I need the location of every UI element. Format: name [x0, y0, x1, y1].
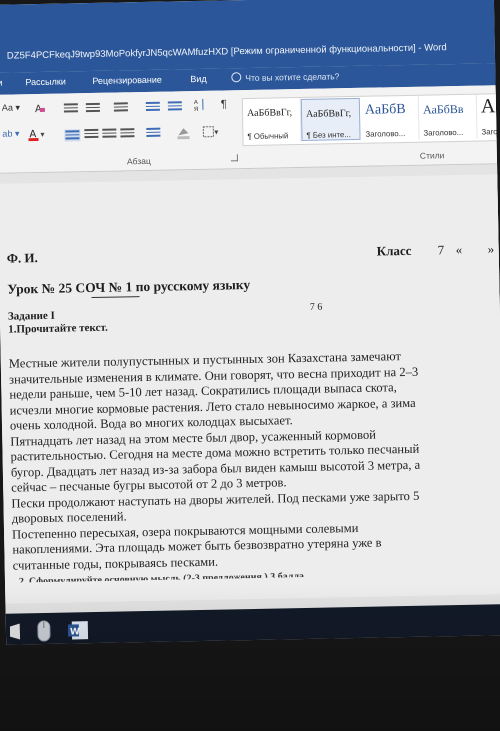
task-instruction: 1.Прочитайте текст. — [8, 321, 108, 336]
paragraph-group-label: Абзац — [126, 155, 151, 167]
style-heading-1[interactable]: АаБбВ Заголово... — [360, 95, 420, 141]
font-color-icon[interactable]: A ▾ — [28, 127, 48, 142]
windows-start-icon[interactable] — [9, 623, 21, 643]
style-name: Заголово... — [365, 128, 406, 139]
quote-open: « — [455, 241, 463, 258]
style-sample: АаБбВвГг, — [305, 108, 352, 120]
tab-view[interactable]: Вид — [190, 74, 206, 84]
svg-text:A: A — [194, 100, 198, 106]
document-area: Ф. И. Класс 7 « » Урок № 25 СОЧ № 1 по р… — [0, 163, 500, 614]
styles-gallery: АаБбВвГг, ¶ Обычный АаБбВвГг, ¶ Без инте… — [241, 92, 500, 147]
align-center-icon[interactable] — [84, 128, 99, 139]
svg-text:▾: ▾ — [214, 128, 218, 137]
multilevel-list-icon[interactable] — [113, 102, 128, 112]
task-label: Задание I — [7, 309, 55, 323]
tell-me-box[interactable]: Что вы хотите сделать? — [231, 70, 339, 83]
increase-indent-icon[interactable] — [167, 101, 182, 111]
tab-review[interactable]: Рецензирование — [92, 75, 162, 86]
tell-me-text: Что вы хотите сделать? — [245, 71, 340, 84]
style-sample: АаБбВвГг, — [246, 107, 293, 120]
lightbulb-icon — [231, 72, 242, 83]
style-heading-2[interactable]: АаБбВв Заголово... — [418, 94, 478, 140]
lesson-underline — [91, 296, 140, 299]
bullets-icon[interactable] — [63, 103, 78, 113]
document-page[interactable]: Ф. И. Класс 7 « » Урок № 25 СОЧ № 1 по р… — [0, 173, 500, 604]
word-app-icon[interactable]: W — [67, 619, 90, 645]
shading-icon[interactable] — [176, 125, 192, 140]
style-sample: А — [480, 95, 496, 118]
tab-mailings[interactable]: Рассылки — [25, 76, 66, 87]
align-left-icon[interactable] — [64, 129, 81, 142]
screen: DZ5F4PCFkeqJ9twp93MoPokfyrJN5qcWAMfuzHXD… — [0, 0, 500, 645]
style-no-spacing[interactable]: АаБбВвГг, ¶ Без инте... — [300, 97, 361, 141]
page-number: 7 6 — [309, 301, 323, 313]
decrease-indent-icon[interactable] — [145, 101, 160, 112]
svg-text:W: W — [70, 627, 80, 637]
clear-formatting-icon[interactable]: A — [34, 102, 46, 116]
line-spacing-icon[interactable] — [146, 127, 161, 138]
sort-icon[interactable]: AЯ — [194, 98, 206, 113]
window-title: DZ5F4PCFkeqJ9twp93MoPokfyrJN5qcWAMfuzHXD… — [6, 42, 447, 62]
title-bar: DZ5F4PCFkeqJ9twp93MoPokfyrJN5qcWAMfuzHXD… — [0, 0, 500, 73]
style-name: Загол — [481, 127, 500, 137]
highlight-button[interactable]: ab ▾ — [2, 128, 19, 142]
paragraph-dialog-launcher-icon[interactable] — [230, 154, 238, 162]
svg-text:▾: ▾ — [40, 130, 44, 139]
highlight-label: ab — [2, 128, 13, 139]
quote-close: » — [487, 241, 495, 257]
style-title[interactable]: А Загол — [477, 94, 500, 139]
numbering-icon[interactable] — [85, 102, 100, 113]
styles-group-label: Стили — [419, 150, 445, 161]
justify-icon[interactable] — [120, 128, 135, 138]
mouse-app-icon[interactable] — [36, 619, 53, 645]
fio-label: Ф. И. — [6, 250, 38, 266]
next-task-cutoff: 2. Сформулируйте основную мысль (2-3 пре… — [18, 571, 305, 588]
change-case-button[interactable]: Аа ▾ — [2, 102, 20, 116]
svg-text:Я: Я — [194, 107, 198, 112]
style-name: ¶ Без инте... — [306, 130, 351, 140]
lesson-title: Урок № 25 СОЧ № 1 по русскому языку — [7, 277, 250, 298]
align-right-icon[interactable] — [102, 128, 117, 139]
style-sample: АаБбВ — [364, 101, 406, 118]
change-case-label: Аа — [1, 102, 14, 113]
ribbon: Аа ▾ A ab ▾ A ▾ AЯ ¶ ▾ Абзац АаБбВвГг, ¶… — [0, 84, 500, 174]
class-value: 7 — [437, 242, 445, 258]
style-normal[interactable]: АаБбВвГг, ¶ Обычный — [242, 97, 302, 144]
tab-home-partial[interactable]: и — [0, 78, 3, 88]
style-sample: АаБбВв — [422, 101, 464, 117]
class-label: Класс — [376, 242, 412, 259]
style-name: ¶ Обычный — [247, 131, 289, 142]
pilcrow-icon[interactable]: ¶ — [221, 98, 227, 112]
borders-icon[interactable]: ▾ — [202, 126, 220, 140]
style-name: Заголово... — [423, 127, 464, 138]
passage-text: Местные жители полупустынных и пустынных… — [9, 349, 422, 574]
lesson-title-text: Урок № 25 СОЧ № 1 по русскому языку — [7, 276, 251, 297]
